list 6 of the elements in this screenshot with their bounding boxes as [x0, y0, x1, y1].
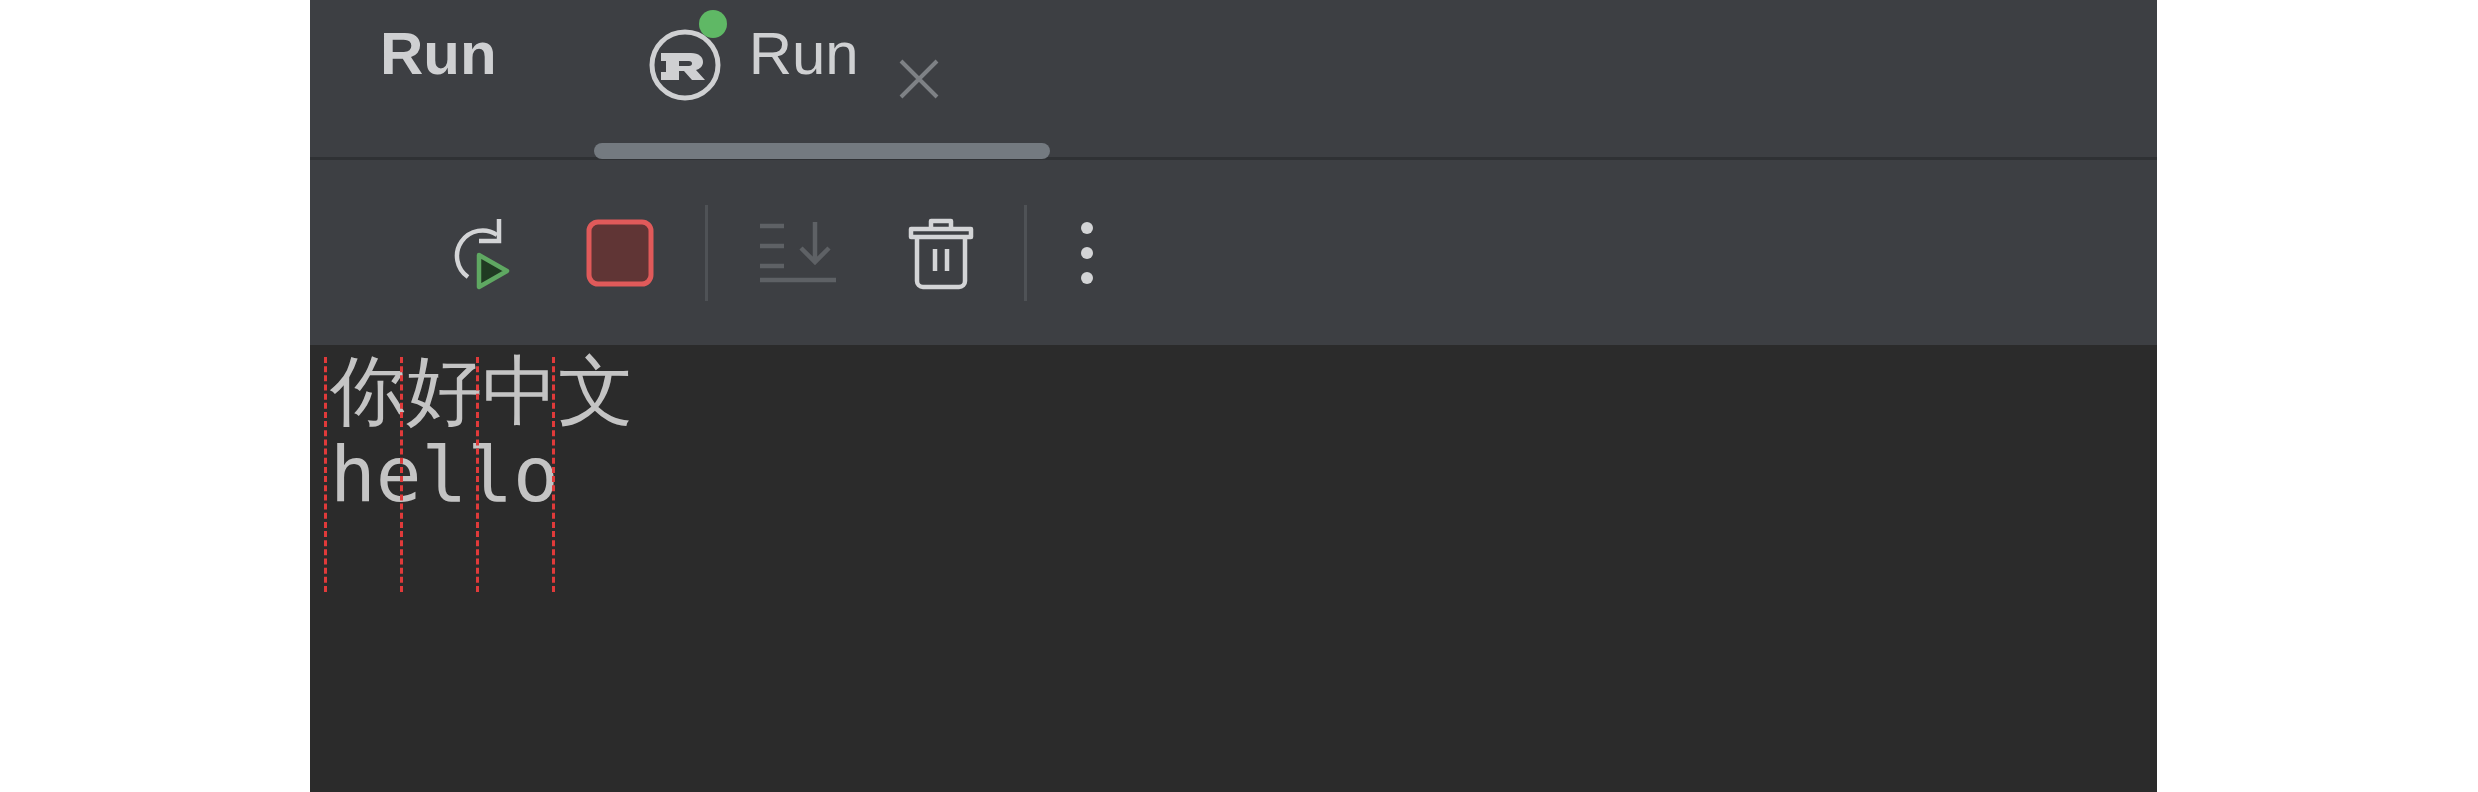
panel-title: Run — [380, 18, 497, 89]
stop-icon[interactable] — [585, 217, 655, 288]
scrollbar-thumb[interactable] — [594, 143, 1050, 159]
console-line: hello — [330, 437, 559, 513]
run-tab[interactable]: Run — [646, 8, 859, 99]
console-line: 你好中文 — [330, 353, 634, 429]
